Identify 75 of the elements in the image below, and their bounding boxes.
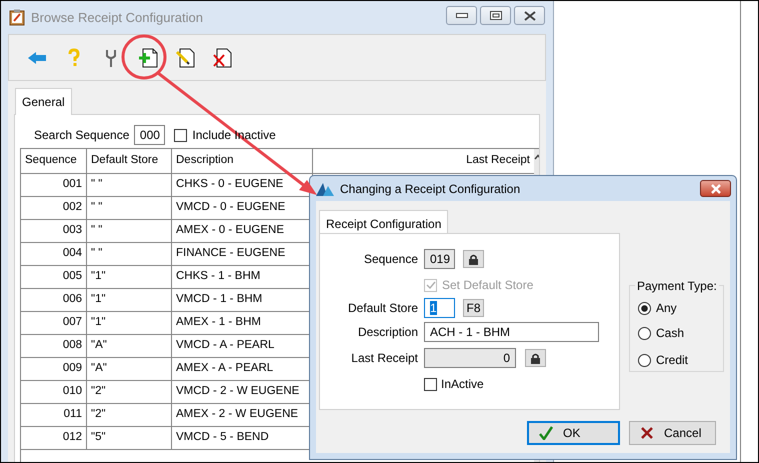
minimize-icon	[456, 12, 468, 18]
highlight-circle	[122, 34, 166, 80]
table-cell: 007	[21, 312, 87, 335]
table-cell: "1"	[87, 266, 172, 289]
window-title: Browse Receipt Configuration	[31, 8, 203, 27]
radio-button[interactable]	[638, 326, 651, 340]
lock-button[interactable]	[463, 250, 484, 268]
field-label: Description	[356, 324, 419, 341]
minimize-button[interactable]	[446, 6, 477, 25]
column-header[interactable]: Default Store	[87, 149, 172, 174]
field-label: Last Receipt	[350, 350, 419, 367]
dialog-button[interactable]: OK	[527, 421, 620, 445]
checkbox-label: Set Default Store	[442, 277, 534, 294]
edit-document-icon[interactable]	[174, 46, 196, 68]
column-header[interactable]: Description	[172, 149, 313, 174]
table-cell: " "	[87, 243, 172, 266]
table-cell: 011	[21, 404, 87, 427]
delete-document-icon[interactable]	[211, 46, 233, 68]
table-cell: "5"	[87, 427, 172, 450]
dialog-button[interactable]: Cancel	[629, 421, 716, 445]
checkbox[interactable]	[424, 378, 437, 390]
table-cell: 004	[21, 243, 87, 266]
dialog-title: Changing a Receipt Configuration	[340, 180, 520, 198]
table-cell: 009	[21, 358, 87, 381]
table-cell: 008	[21, 335, 87, 358]
last-receipt-field[interactable]: 0	[424, 348, 516, 368]
table-cell: "1"	[87, 289, 172, 312]
radio-button[interactable]	[638, 354, 651, 366]
lock-icon	[468, 254, 479, 264]
add-document-icon[interactable]	[137, 46, 159, 68]
radio-label: Any	[656, 300, 677, 317]
checkbox[interactable]	[174, 128, 188, 142]
table-cell: "1"	[87, 312, 172, 335]
table-cell: " "	[87, 174, 172, 197]
clipboard-icon	[9, 9, 25, 26]
sequence-field[interactable]: 019	[424, 249, 455, 269]
lock-icon	[530, 352, 541, 364]
close-button[interactable]	[514, 6, 545, 25]
column-header[interactable]: Sequence	[21, 149, 87, 174]
lookup-button[interactable]: F8	[463, 299, 484, 317]
table-cell: "A"	[87, 358, 172, 381]
table-cell: " "	[87, 220, 172, 243]
maximize-button[interactable]	[480, 6, 511, 25]
description-field[interactable]: ACH - 1 - BHM	[424, 322, 599, 342]
table-cell: 005	[21, 266, 87, 289]
close-icon	[710, 184, 722, 194]
back-arrow-icon[interactable]	[27, 50, 47, 64]
field-label: Default Store	[346, 300, 419, 317]
tool-icon[interactable]	[104, 48, 118, 68]
table-cell: "2"	[87, 381, 172, 404]
triangle-logo-icon	[316, 182, 334, 196]
table-cell: 003	[21, 220, 87, 243]
field-label: Sequence	[362, 251, 419, 268]
check-icon	[539, 426, 553, 440]
tab[interactable]: General	[15, 88, 72, 115]
radio-button[interactable]	[638, 302, 651, 314]
table-cell: 001	[21, 174, 87, 197]
radio-label: Cash	[656, 325, 684, 342]
lock-button[interactable]	[525, 349, 546, 367]
cross-icon	[640, 426, 654, 440]
table-cell: "2"	[87, 404, 172, 427]
radio-label: Credit	[656, 352, 688, 369]
maximize-icon	[490, 10, 502, 20]
checkbox-label: InActive	[441, 376, 484, 393]
table-cell: " "	[87, 197, 172, 220]
table-cell: 002	[21, 197, 87, 220]
close-button[interactable]	[700, 180, 731, 197]
default-store-field[interactable]: 1	[424, 298, 455, 318]
field-label: Search Sequence	[34, 127, 130, 144]
table-cell: 012	[21, 427, 87, 450]
table-cell: "A"	[87, 335, 172, 358]
close-icon	[522, 10, 536, 20]
table-cell: 006	[21, 289, 87, 312]
table-cell: 010	[21, 381, 87, 404]
search-sequence-field[interactable]: 000	[134, 125, 166, 145]
